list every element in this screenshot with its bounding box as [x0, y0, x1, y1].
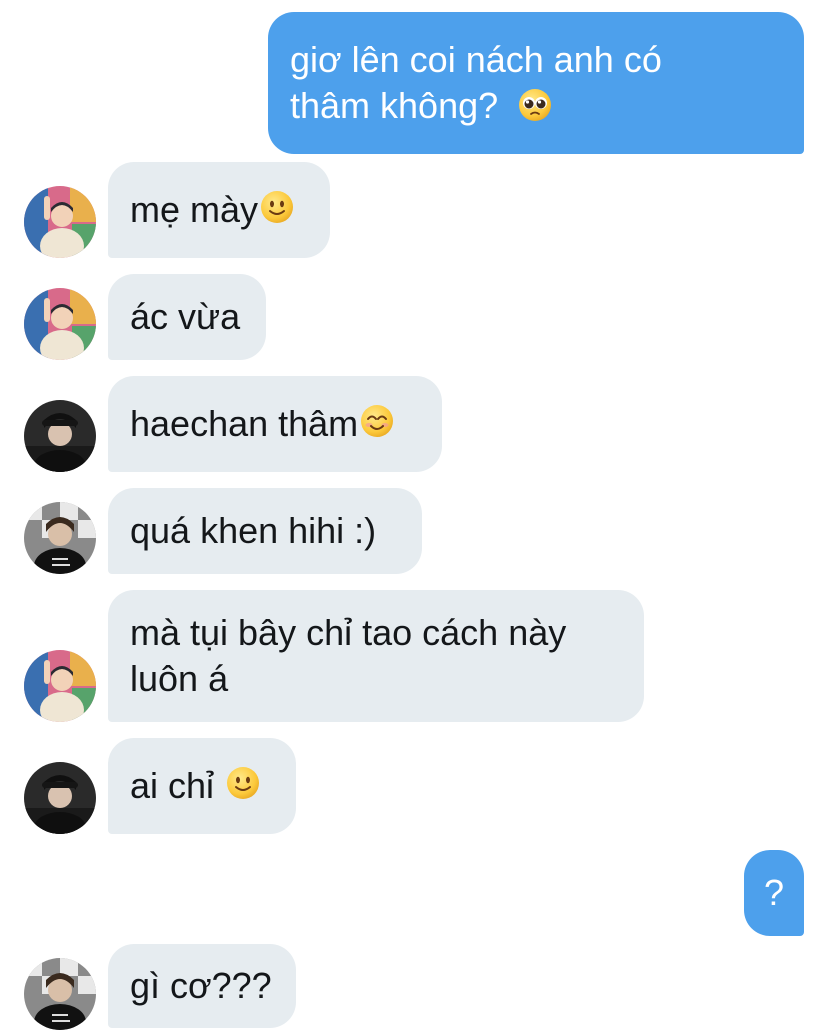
- avatar[interactable]: [24, 650, 96, 722]
- smiling-face-with-smiling-eyes-icon: [360, 404, 394, 438]
- avatar[interactable]: [24, 502, 96, 574]
- slightly-smiling-face-icon: [226, 766, 260, 800]
- incoming-message-bubble[interactable]: mẹ mày: [108, 162, 330, 258]
- message-text: mẹ mày: [130, 189, 259, 230]
- incoming-message-bubble[interactable]: ác vừa: [108, 274, 266, 360]
- avatar[interactable]: [24, 288, 96, 360]
- message-row-outgoing: ?: [0, 850, 828, 936]
- avatar[interactable]: [24, 186, 96, 258]
- message-row-incoming: ai chỉ: [0, 738, 828, 834]
- outgoing-message-bubble[interactable]: ?: [744, 850, 804, 936]
- message-text: ?: [763, 872, 785, 913]
- message-row-outgoing: giơ lên coi nách anh có thâm không?: [0, 12, 828, 154]
- avatar[interactable]: [24, 762, 96, 834]
- message-text: quá khen hihi :): [130, 510, 377, 551]
- pleading-face-icon: [518, 88, 552, 122]
- message-row-incoming: mẹ mày: [0, 162, 828, 258]
- message-line: mà tụi bây chỉ tao cách này: [130, 612, 567, 653]
- message-row-incoming: mà tụi bây chỉ tao cách này luôn á: [0, 590, 828, 722]
- incoming-message-bubble[interactable]: mà tụi bây chỉ tao cách này luôn á: [108, 590, 644, 722]
- message-text: ai chỉ: [130, 765, 225, 806]
- message-line: luôn á: [130, 658, 229, 699]
- message-text: ác vừa: [130, 296, 241, 337]
- outgoing-message-bubble[interactable]: giơ lên coi nách anh có thâm không?: [268, 12, 804, 154]
- avatar[interactable]: [24, 958, 96, 1030]
- avatar[interactable]: [24, 400, 96, 472]
- message-text: haechan thâm: [130, 403, 359, 444]
- incoming-message-bubble[interactable]: ai chỉ: [108, 738, 296, 834]
- message-row-incoming: haechan thâm: [0, 376, 828, 472]
- message-row-incoming: ác vừa: [0, 274, 828, 360]
- message-line-text: thâm không?: [290, 85, 499, 126]
- message-row-incoming: gì cơ???: [0, 944, 828, 1030]
- message-text: gì cơ???: [130, 965, 272, 1006]
- incoming-message-bubble[interactable]: quá khen hihi :): [108, 488, 422, 574]
- message-line: thâm không?: [290, 83, 662, 129]
- slightly-smiling-face-icon: [260, 190, 294, 224]
- message-line: giơ lên coi nách anh có: [290, 39, 662, 80]
- message-row-incoming: quá khen hihi :): [0, 488, 828, 574]
- incoming-message-bubble[interactable]: gì cơ???: [108, 944, 296, 1028]
- incoming-message-bubble[interactable]: haechan thâm: [108, 376, 442, 472]
